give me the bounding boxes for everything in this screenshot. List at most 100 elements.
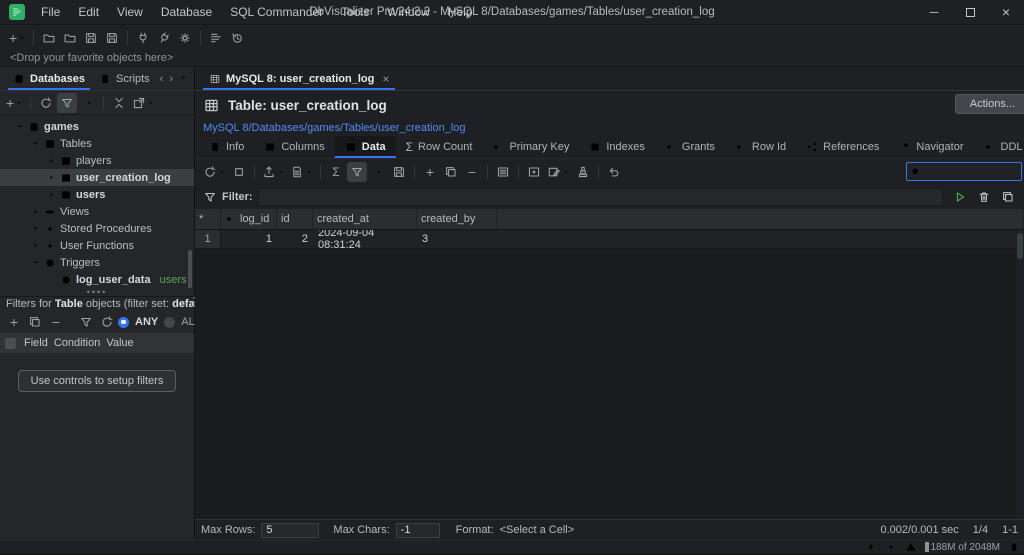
tab-grants[interactable]: Grants bbox=[655, 136, 725, 158]
chevron-right-icon[interactable] bbox=[30, 241, 40, 250]
tree-item-triggers[interactable]: Triggers bbox=[0, 254, 194, 271]
export-button[interactable] bbox=[260, 162, 287, 182]
favorites-bar[interactable]: <Drop your favorite objects here> bbox=[0, 50, 1024, 67]
menu-database[interactable]: Database bbox=[153, 2, 220, 22]
row-number-header[interactable]: * bbox=[195, 209, 221, 229]
grid-scrollbar[interactable] bbox=[1016, 231, 1024, 519]
filter-select-checkbox[interactable] bbox=[5, 338, 16, 349]
cell-id[interactable]: 2 bbox=[277, 230, 313, 248]
tab-ddl[interactable]: DDL bbox=[974, 136, 1024, 158]
filter-data-options-button[interactable] bbox=[368, 162, 388, 182]
new-object-button[interactable]: + bbox=[7, 28, 28, 48]
memory-indicator[interactable]: 188M of 2048M bbox=[925, 542, 1001, 553]
add-connection-button[interactable]: + bbox=[4, 93, 25, 113]
tab-databases[interactable]: Databases bbox=[6, 67, 92, 90]
cell-viewer-button[interactable] bbox=[524, 162, 544, 182]
grid-scrollbar-thumb[interactable] bbox=[1017, 233, 1023, 259]
column-header-log-id[interactable]: log_id bbox=[221, 209, 277, 229]
open-recent-button[interactable] bbox=[60, 28, 80, 48]
tab-references[interactable]: References bbox=[796, 136, 889, 158]
search-input[interactable] bbox=[922, 166, 1021, 178]
tab-prev-button[interactable]: ‹ bbox=[160, 73, 164, 85]
save-edits-button[interactable] bbox=[389, 162, 409, 182]
apply-filter-button[interactable] bbox=[76, 312, 96, 332]
lightning-icon[interactable] bbox=[865, 541, 877, 553]
table-row[interactable]: 1 1 2 2024-09-04 08:31:24 3 bbox=[195, 230, 1024, 249]
breadcrumb[interactable]: MySQL 8/Databases/games/Tables/user_crea… bbox=[195, 120, 1024, 136]
tree-item-players[interactable]: players bbox=[0, 152, 194, 169]
chevron-down-icon[interactable] bbox=[30, 258, 40, 267]
max-chars-input[interactable] bbox=[396, 523, 440, 538]
warning-icon[interactable] bbox=[905, 541, 917, 553]
duplicate-row-button[interactable] bbox=[441, 162, 461, 182]
menu-sql-commander[interactable]: SQL Commander bbox=[222, 2, 331, 22]
refresh-tree-button[interactable] bbox=[36, 93, 56, 113]
settings-button[interactable] bbox=[175, 28, 195, 48]
form-view-button[interactable] bbox=[493, 162, 513, 182]
close-button[interactable]: × bbox=[988, 0, 1024, 24]
tree-scrollbar[interactable] bbox=[188, 250, 192, 288]
tab-row-count[interactable]: ΣRow Count bbox=[396, 136, 483, 158]
tree-item-user-creation-log[interactable]: user_creation_log bbox=[0, 169, 194, 186]
tab-user-creation-log[interactable]: MySQL 8: user_creation_log × bbox=[201, 67, 397, 90]
import-button[interactable] bbox=[288, 162, 315, 182]
filter-options-button[interactable] bbox=[78, 93, 98, 113]
menu-file[interactable]: File bbox=[33, 2, 68, 22]
tab-navigator[interactable]: Navigator bbox=[889, 136, 973, 158]
tab-scripts[interactable]: Scripts bbox=[92, 67, 157, 90]
window-arrows-icon[interactable] bbox=[845, 541, 857, 553]
quick-search-box[interactable] bbox=[906, 162, 1022, 181]
apply-filter-button[interactable] bbox=[950, 187, 970, 207]
tree-item-games[interactable]: games bbox=[0, 118, 194, 135]
connect-button[interactable] bbox=[133, 28, 153, 48]
open-file-button[interactable] bbox=[39, 28, 59, 48]
max-rows-input[interactable] bbox=[261, 523, 319, 538]
panel-splitter-handle[interactable]: •••• bbox=[0, 288, 194, 296]
any-radio[interactable] bbox=[118, 317, 129, 328]
chevron-right-icon[interactable] bbox=[30, 207, 40, 216]
tab-list-button[interactable] bbox=[179, 73, 188, 82]
save-all-button[interactable] bbox=[102, 28, 122, 48]
tab-data[interactable]: Data bbox=[335, 136, 396, 158]
tree-item-log-user-data[interactable]: log_user_data users bbox=[0, 271, 194, 288]
tab-info[interactable]: Info bbox=[199, 136, 254, 158]
chevron-down-icon[interactable] bbox=[14, 122, 24, 131]
duplicate-filter-button[interactable] bbox=[25, 312, 45, 332]
history-button[interactable] bbox=[227, 28, 247, 48]
tree-item-views[interactable]: Views bbox=[0, 203, 194, 220]
menu-edit[interactable]: Edit bbox=[70, 2, 107, 22]
maximize-button[interactable] bbox=[952, 0, 988, 24]
minimize-button[interactable]: ─ bbox=[916, 0, 952, 24]
cell-created-by[interactable]: 3 bbox=[417, 230, 497, 248]
filter-tree-button[interactable] bbox=[57, 93, 77, 113]
disconnect-button[interactable] bbox=[154, 28, 174, 48]
tab-primary-key[interactable]: Primary Key bbox=[482, 136, 579, 158]
tab-row-id[interactable]: Row Id bbox=[725, 136, 796, 158]
column-header-id[interactable]: id bbox=[277, 209, 313, 229]
clear-filter-button[interactable] bbox=[974, 187, 994, 207]
trash-icon[interactable] bbox=[1008, 541, 1020, 553]
cell-log-id[interactable]: 1 bbox=[221, 230, 277, 248]
edit-cell-button[interactable] bbox=[545, 162, 572, 182]
chevron-right-icon[interactable] bbox=[46, 156, 56, 165]
chevron-down-icon[interactable] bbox=[30, 139, 40, 148]
copy-filter-button[interactable] bbox=[998, 187, 1018, 207]
execution-plan-button[interactable] bbox=[206, 28, 226, 48]
cell-created-at[interactable]: 2024-09-04 08:31:24 bbox=[313, 230, 417, 248]
all-radio[interactable] bbox=[164, 317, 175, 328]
open-in-window-button[interactable] bbox=[130, 93, 157, 113]
collapse-all-button[interactable] bbox=[109, 93, 129, 113]
tab-indexes[interactable]: Indexes bbox=[579, 136, 655, 158]
tab-columns[interactable]: Columns bbox=[254, 136, 334, 158]
column-header-created-at[interactable]: created_at bbox=[313, 209, 417, 229]
set-default-button[interactable] bbox=[573, 162, 593, 182]
remove-filter-button[interactable]: − bbox=[46, 312, 66, 332]
row-number-cell[interactable]: 1 bbox=[195, 230, 221, 248]
actions-button[interactable]: Actions... bbox=[955, 94, 1024, 114]
tree-item-tables[interactable]: Tables bbox=[0, 135, 194, 152]
tab-next-button[interactable]: › bbox=[169, 73, 173, 85]
chevron-right-icon[interactable] bbox=[46, 173, 56, 182]
tree-item-user-functions[interactable]: User Functions bbox=[0, 237, 194, 254]
add-filter-button[interactable]: + bbox=[4, 312, 24, 332]
undo-button[interactable] bbox=[604, 162, 624, 182]
